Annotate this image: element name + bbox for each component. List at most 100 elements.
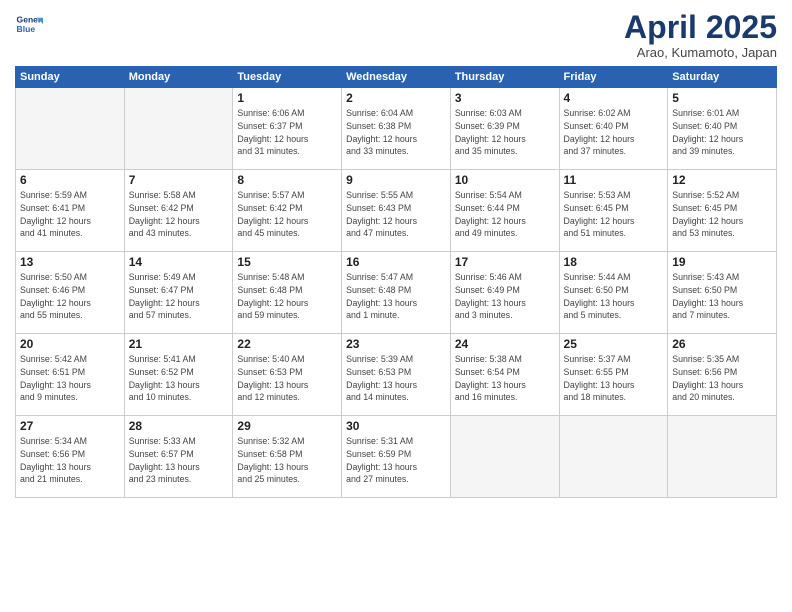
day-info: Sunrise: 5:34 AM Sunset: 6:56 PM Dayligh… bbox=[20, 435, 120, 486]
day-number: 6 bbox=[20, 173, 120, 187]
calendar-title: April 2025 bbox=[624, 10, 777, 45]
day-number: 4 bbox=[564, 91, 664, 105]
calendar-cell: 25 Sunrise: 5:37 AM Sunset: 6:55 PM Dayli… bbox=[559, 334, 668, 416]
calendar-cell: 3 Sunrise: 6:03 AM Sunset: 6:39 PM Daylig… bbox=[450, 88, 559, 170]
day-number: 10 bbox=[455, 173, 555, 187]
logo-icon: General Blue bbox=[15, 10, 43, 38]
title-block: April 2025 Arao, Kumamoto, Japan bbox=[624, 10, 777, 60]
week-row-3: 13 Sunrise: 5:50 AM Sunset: 6:46 PM Dayli… bbox=[16, 252, 777, 334]
day-info: Sunrise: 5:50 AM Sunset: 6:46 PM Dayligh… bbox=[20, 271, 120, 322]
week-row-4: 20 Sunrise: 5:42 AM Sunset: 6:51 PM Dayli… bbox=[16, 334, 777, 416]
day-number: 27 bbox=[20, 419, 120, 433]
day-number: 23 bbox=[346, 337, 446, 351]
calendar-cell: 29 Sunrise: 5:32 AM Sunset: 6:58 PM Dayli… bbox=[233, 416, 342, 498]
day-info: Sunrise: 5:52 AM Sunset: 6:45 PM Dayligh… bbox=[672, 189, 772, 240]
day-number: 2 bbox=[346, 91, 446, 105]
calendar-cell: 10 Sunrise: 5:54 AM Sunset: 6:44 PM Dayli… bbox=[450, 170, 559, 252]
day-info: Sunrise: 5:46 AM Sunset: 6:49 PM Dayligh… bbox=[455, 271, 555, 322]
calendar-cell bbox=[450, 416, 559, 498]
day-number: 16 bbox=[346, 255, 446, 269]
week-row-1: 1 Sunrise: 6:06 AM Sunset: 6:37 PM Daylig… bbox=[16, 88, 777, 170]
logo: General Blue bbox=[15, 10, 43, 38]
weekday-thursday: Thursday bbox=[450, 67, 559, 88]
day-info: Sunrise: 5:57 AM Sunset: 6:42 PM Dayligh… bbox=[237, 189, 337, 240]
calendar-cell: 7 Sunrise: 5:58 AM Sunset: 6:42 PM Daylig… bbox=[124, 170, 233, 252]
day-info: Sunrise: 5:32 AM Sunset: 6:58 PM Dayligh… bbox=[237, 435, 337, 486]
day-info: Sunrise: 5:41 AM Sunset: 6:52 PM Dayligh… bbox=[129, 353, 229, 404]
day-info: Sunrise: 6:06 AM Sunset: 6:37 PM Dayligh… bbox=[237, 107, 337, 158]
day-number: 28 bbox=[129, 419, 229, 433]
day-info: Sunrise: 5:37 AM Sunset: 6:55 PM Dayligh… bbox=[564, 353, 664, 404]
calendar-cell: 26Sunrise: 5:35 AM Sunset: 6:56 PM Dayli… bbox=[668, 334, 777, 416]
day-number: 1 bbox=[237, 91, 337, 105]
day-number: 19 bbox=[672, 255, 772, 269]
calendar-cell: 27 Sunrise: 5:34 AM Sunset: 6:56 PM Dayli… bbox=[16, 416, 125, 498]
weekday-wednesday: Wednesday bbox=[342, 67, 451, 88]
day-number: 8 bbox=[237, 173, 337, 187]
calendar-cell: 6 Sunrise: 5:59 AM Sunset: 6:41 PM Daylig… bbox=[16, 170, 125, 252]
calendar-subtitle: Arao, Kumamoto, Japan bbox=[624, 45, 777, 60]
day-number: 14 bbox=[129, 255, 229, 269]
day-number: 13 bbox=[20, 255, 120, 269]
calendar-cell bbox=[124, 88, 233, 170]
calendar-cell: 17 Sunrise: 5:46 AM Sunset: 6:49 PM Dayli… bbox=[450, 252, 559, 334]
calendar-cell: 28 Sunrise: 5:33 AM Sunset: 6:57 PM Dayli… bbox=[124, 416, 233, 498]
day-info: Sunrise: 6:01 AM Sunset: 6:40 PM Dayligh… bbox=[672, 107, 772, 158]
weekday-tuesday: Tuesday bbox=[233, 67, 342, 88]
calendar-container: General Blue April 2025 Arao, Kumamoto, … bbox=[0, 0, 792, 612]
day-info: Sunrise: 5:31 AM Sunset: 6:59 PM Dayligh… bbox=[346, 435, 446, 486]
calendar-cell bbox=[668, 416, 777, 498]
calendar-cell: 12 Sunrise: 5:52 AM Sunset: 6:45 PM Dayli… bbox=[668, 170, 777, 252]
day-info: Sunrise: 5:55 AM Sunset: 6:43 PM Dayligh… bbox=[346, 189, 446, 240]
svg-text:Blue: Blue bbox=[17, 24, 36, 34]
day-info: Sunrise: 5:38 AM Sunset: 6:54 PM Dayligh… bbox=[455, 353, 555, 404]
day-number: 22 bbox=[237, 337, 337, 351]
day-info: Sunrise: 5:48 AM Sunset: 6:48 PM Dayligh… bbox=[237, 271, 337, 322]
day-number: 3 bbox=[455, 91, 555, 105]
header: General Blue April 2025 Arao, Kumamoto, … bbox=[15, 10, 777, 60]
day-number: 11 bbox=[564, 173, 664, 187]
day-number: 20 bbox=[20, 337, 120, 351]
day-number: 9 bbox=[346, 173, 446, 187]
calendar-cell: 24Sunrise: 5:38 AM Sunset: 6:54 PM Dayli… bbox=[450, 334, 559, 416]
day-number: 25 bbox=[564, 337, 664, 351]
calendar-cell: 11 Sunrise: 5:53 AM Sunset: 6:45 PM Dayli… bbox=[559, 170, 668, 252]
day-number: 21 bbox=[129, 337, 229, 351]
calendar-cell: 1 Sunrise: 6:06 AM Sunset: 6:37 PM Daylig… bbox=[233, 88, 342, 170]
calendar-cell: 30Sunrise: 5:31 AM Sunset: 6:59 PM Dayli… bbox=[342, 416, 451, 498]
calendar-cell: 18 Sunrise: 5:44 AM Sunset: 6:50 PM Dayli… bbox=[559, 252, 668, 334]
calendar-cell: 22Sunrise: 5:40 AM Sunset: 6:53 PM Dayli… bbox=[233, 334, 342, 416]
day-info: Sunrise: 5:42 AM Sunset: 6:51 PM Dayligh… bbox=[20, 353, 120, 404]
calendar-cell: 14Sunrise: 5:49 AM Sunset: 6:47 PM Dayli… bbox=[124, 252, 233, 334]
calendar-cell: 2Sunrise: 6:04 AM Sunset: 6:38 PM Daylig… bbox=[342, 88, 451, 170]
calendar-table: SundayMondayTuesdayWednesdayThursdayFrid… bbox=[15, 66, 777, 498]
day-info: Sunrise: 5:43 AM Sunset: 6:50 PM Dayligh… bbox=[672, 271, 772, 322]
weekday-sunday: Sunday bbox=[16, 67, 125, 88]
day-number: 15 bbox=[237, 255, 337, 269]
weekday-saturday: Saturday bbox=[668, 67, 777, 88]
calendar-cell: 13 Sunrise: 5:50 AM Sunset: 6:46 PM Dayli… bbox=[16, 252, 125, 334]
day-info: Sunrise: 5:33 AM Sunset: 6:57 PM Dayligh… bbox=[129, 435, 229, 486]
day-number: 7 bbox=[129, 173, 229, 187]
day-number: 12 bbox=[672, 173, 772, 187]
calendar-cell: 15 Sunrise: 5:48 AM Sunset: 6:48 PM Dayli… bbox=[233, 252, 342, 334]
day-info: Sunrise: 6:03 AM Sunset: 6:39 PM Dayligh… bbox=[455, 107, 555, 158]
weekday-header-row: SundayMondayTuesdayWednesdayThursdayFrid… bbox=[16, 67, 777, 88]
day-info: Sunrise: 5:59 AM Sunset: 6:41 PM Dayligh… bbox=[20, 189, 120, 240]
day-number: 5 bbox=[672, 91, 772, 105]
day-info: Sunrise: 5:54 AM Sunset: 6:44 PM Dayligh… bbox=[455, 189, 555, 240]
day-number: 29 bbox=[237, 419, 337, 433]
day-info: Sunrise: 5:39 AM Sunset: 6:53 PM Dayligh… bbox=[346, 353, 446, 404]
day-number: 18 bbox=[564, 255, 664, 269]
calendar-cell: 23 Sunrise: 5:39 AM Sunset: 6:53 PM Dayli… bbox=[342, 334, 451, 416]
calendar-cell: 9 Sunrise: 5:55 AM Sunset: 6:43 PM Daylig… bbox=[342, 170, 451, 252]
day-info: Sunrise: 5:35 AM Sunset: 6:56 PM Dayligh… bbox=[672, 353, 772, 404]
day-info: Sunrise: 5:53 AM Sunset: 6:45 PM Dayligh… bbox=[564, 189, 664, 240]
day-number: 17 bbox=[455, 255, 555, 269]
day-info: Sunrise: 5:58 AM Sunset: 6:42 PM Dayligh… bbox=[129, 189, 229, 240]
calendar-cell: 19 Sunrise: 5:43 AM Sunset: 6:50 PM Dayli… bbox=[668, 252, 777, 334]
day-info: Sunrise: 5:44 AM Sunset: 6:50 PM Dayligh… bbox=[564, 271, 664, 322]
week-row-5: 27 Sunrise: 5:34 AM Sunset: 6:56 PM Dayli… bbox=[16, 416, 777, 498]
calendar-cell bbox=[16, 88, 125, 170]
weekday-monday: Monday bbox=[124, 67, 233, 88]
